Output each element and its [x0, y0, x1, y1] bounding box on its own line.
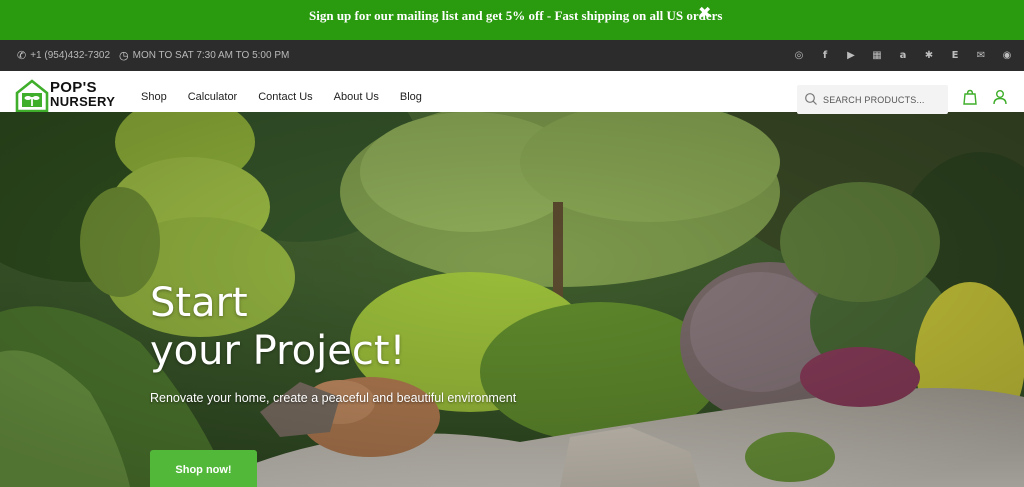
hours-text: MON TO SAT 7:30 AM TO 5:00 PM [132, 50, 290, 61]
search-icon[interactable] [804, 92, 818, 106]
whatsapp-icon[interactable]: ◉ [1000, 48, 1014, 62]
search-input[interactable] [823, 91, 943, 108]
nav-menu: Shop Calculator Contact Us About Us Blog [141, 91, 443, 103]
hero-title-line2: your Project! [150, 328, 406, 374]
phone-icon: ✆ [17, 49, 27, 62]
etsy-icon[interactable]: E [948, 48, 962, 62]
business-hours: ◷ MON TO SAT 7:30 AM TO 5:00 PM [119, 49, 289, 62]
promo-message: Sign up for our mailing list and get 5% … [309, 8, 723, 23]
close-icon[interactable]: ✖ [698, 5, 714, 21]
hero-banner: Start your Project! Renovate your home, … [0, 112, 1024, 487]
social-links: ◎ f ▶ ▦ a ✱ E ✉ ◉ [792, 48, 1014, 62]
hero-title-line1: Start [150, 280, 248, 326]
top-contact-bar: ✆ +1 (954)432-7302 ◷ MON TO SAT 7:30 AM … [0, 40, 1024, 71]
shopping-bag-icon[interactable] [962, 89, 978, 105]
phone-contact[interactable]: ✆ +1 (954)432-7302 [17, 49, 110, 62]
clock-icon: ◷ [119, 49, 129, 62]
instagram-icon[interactable]: ◎ [792, 48, 806, 62]
promo-banner: Sign up for our mailing list and get 5% … [0, 0, 1024, 40]
amazon-icon[interactable]: a [896, 48, 910, 62]
yelp-icon[interactable]: ✱ [922, 48, 936, 62]
logo-house-icon [15, 79, 49, 113]
site-logo[interactable]: POP'S NURSERY [15, 79, 115, 113]
nav-item-shop[interactable]: Shop [141, 91, 167, 103]
email-icon[interactable]: ✉ [974, 48, 988, 62]
hero-subtitle: Renovate your home, create a peaceful an… [150, 391, 517, 405]
logo-text-bottom: NURSERY [50, 94, 116, 109]
product-search [797, 85, 948, 114]
phone-number: +1 (954)432-7302 [30, 50, 111, 61]
facebook-icon[interactable]: f [818, 48, 832, 62]
shop-now-button[interactable]: Shop now! [150, 450, 257, 487]
store-icon[interactable]: ▦ [870, 48, 884, 62]
nav-item-contact-us[interactable]: Contact Us [258, 91, 312, 103]
hero-title: Start your Project! [150, 279, 406, 375]
nav-item-blog[interactable]: Blog [400, 91, 422, 103]
youtube-icon[interactable]: ▶ [844, 48, 858, 62]
account-icon[interactable] [992, 89, 1008, 105]
nav-item-calculator[interactable]: Calculator [188, 91, 238, 103]
nav-item-about-us[interactable]: About Us [334, 91, 379, 103]
